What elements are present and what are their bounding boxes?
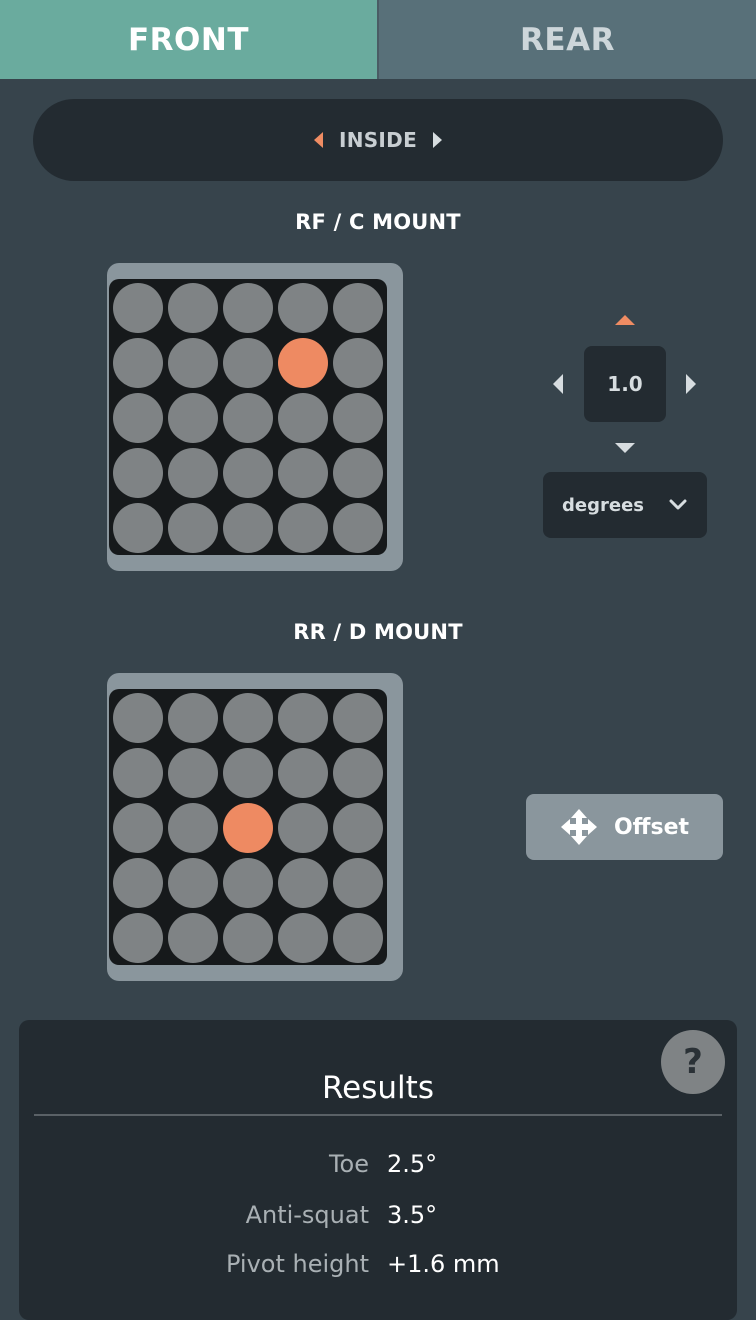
mount-title-rf: RF / C MOUNT (295, 210, 461, 234)
mount-hole[interactable] (223, 913, 273, 963)
side-selector-label: INSIDE (338, 128, 418, 152)
offset-label: Offset (613, 814, 690, 840)
result-value: 2.5° (387, 1150, 438, 1178)
tab-rear[interactable]: REAR (377, 0, 756, 79)
result-label: Pivot height (225, 1250, 369, 1278)
mount-hole[interactable] (113, 393, 163, 443)
mount-hole[interactable] (113, 338, 163, 388)
results-title: Results (322, 1070, 434, 1106)
mount-hole[interactable] (113, 503, 163, 553)
mount-hole[interactable] (168, 693, 218, 743)
mount-hole[interactable] (168, 503, 218, 553)
units-dropdown[interactable]: degrees (543, 472, 707, 538)
mount-hole[interactable] (333, 693, 383, 743)
results-panel: Results ? Toe 2.5° Anti-squat 3.5° Pivot… (19, 1020, 737, 1320)
mount-hole[interactable] (333, 503, 383, 553)
mount-hole[interactable] (113, 748, 163, 798)
mount-hole[interactable] (223, 448, 273, 498)
mount-hole-selected[interactable] (278, 338, 328, 388)
mount-hole[interactable] (278, 803, 328, 853)
decrease-arrow-icon[interactable] (615, 443, 635, 453)
mount-hole[interactable] (113, 803, 163, 853)
help-button[interactable]: ? (661, 1030, 725, 1094)
mount-hole-selected[interactable] (223, 803, 273, 853)
mount-hole[interactable] (168, 393, 218, 443)
mount-hole[interactable] (278, 748, 328, 798)
mount-hole[interactable] (168, 283, 218, 333)
chevron-down-icon (669, 499, 687, 510)
mount-hole[interactable] (223, 283, 273, 333)
mount-hole[interactable] (278, 693, 328, 743)
result-row-anti-squat: Anti-squat 3.5° (19, 1201, 737, 1235)
mount-hole[interactable] (278, 393, 328, 443)
tab-front[interactable]: FRONT (0, 0, 377, 79)
results-divider (34, 1114, 722, 1116)
mount-hole[interactable] (113, 913, 163, 963)
side-next-arrow-icon[interactable] (433, 132, 443, 148)
mount-hole[interactable] (333, 338, 383, 388)
side-prev-arrow-icon[interactable] (313, 132, 323, 148)
tab-bar: FRONT REAR (0, 0, 756, 79)
move-arrows-icon (560, 809, 597, 845)
mount-hole[interactable] (113, 448, 163, 498)
mount-hole[interactable] (333, 283, 383, 333)
help-question-icon: ? (683, 1042, 703, 1082)
mount-hole[interactable] (223, 858, 273, 908)
mount-hole[interactable] (168, 748, 218, 798)
mount-hole[interactable] (223, 693, 273, 743)
mount-hole[interactable] (168, 803, 218, 853)
mount-hole[interactable] (168, 858, 218, 908)
mount-hole[interactable] (223, 748, 273, 798)
offset-button[interactable]: Offset (526, 794, 723, 860)
mount-hole[interactable] (113, 283, 163, 333)
mount-hole[interactable] (278, 503, 328, 553)
mount-hole[interactable] (168, 448, 218, 498)
mount-grid-rr-frame (107, 673, 403, 981)
result-row-pivot-height: Pivot height +1.6 mm (19, 1250, 737, 1284)
mount-hole[interactable] (333, 913, 383, 963)
mount-hole[interactable] (223, 338, 273, 388)
increase-right-arrow-icon[interactable] (686, 374, 696, 394)
decrease-left-arrow-icon[interactable] (553, 374, 563, 394)
units-value: degrees (562, 494, 644, 516)
mount-hole[interactable] (278, 858, 328, 908)
mount-hole[interactable] (278, 283, 328, 333)
mount-grid-rf (109, 279, 387, 555)
mount-title-rr: RR / D MOUNT (293, 620, 463, 644)
mount-hole[interactable] (168, 913, 218, 963)
mount-hole[interactable] (333, 448, 383, 498)
adjust-value: 1.0 (584, 346, 666, 422)
result-label: Anti-squat (245, 1201, 369, 1229)
mount-hole[interactable] (168, 338, 218, 388)
mount-hole[interactable] (278, 913, 328, 963)
increase-arrow-icon[interactable] (615, 315, 635, 325)
mount-hole[interactable] (113, 858, 163, 908)
mount-grid-rr (109, 689, 387, 965)
mount-hole[interactable] (333, 748, 383, 798)
result-value: 3.5° (387, 1201, 438, 1229)
mount-hole[interactable] (113, 693, 163, 743)
mount-hole[interactable] (223, 393, 273, 443)
mount-hole[interactable] (333, 858, 383, 908)
result-label: Toe (328, 1150, 369, 1178)
result-row-toe: Toe 2.5° (19, 1150, 737, 1184)
mount-grid-rf-frame (107, 263, 403, 571)
mount-hole[interactable] (333, 803, 383, 853)
result-value: +1.6 mm (387, 1250, 500, 1278)
side-selector: INSIDE (33, 99, 723, 181)
mount-hole[interactable] (333, 393, 383, 443)
mount-hole[interactable] (278, 448, 328, 498)
mount-hole[interactable] (223, 503, 273, 553)
